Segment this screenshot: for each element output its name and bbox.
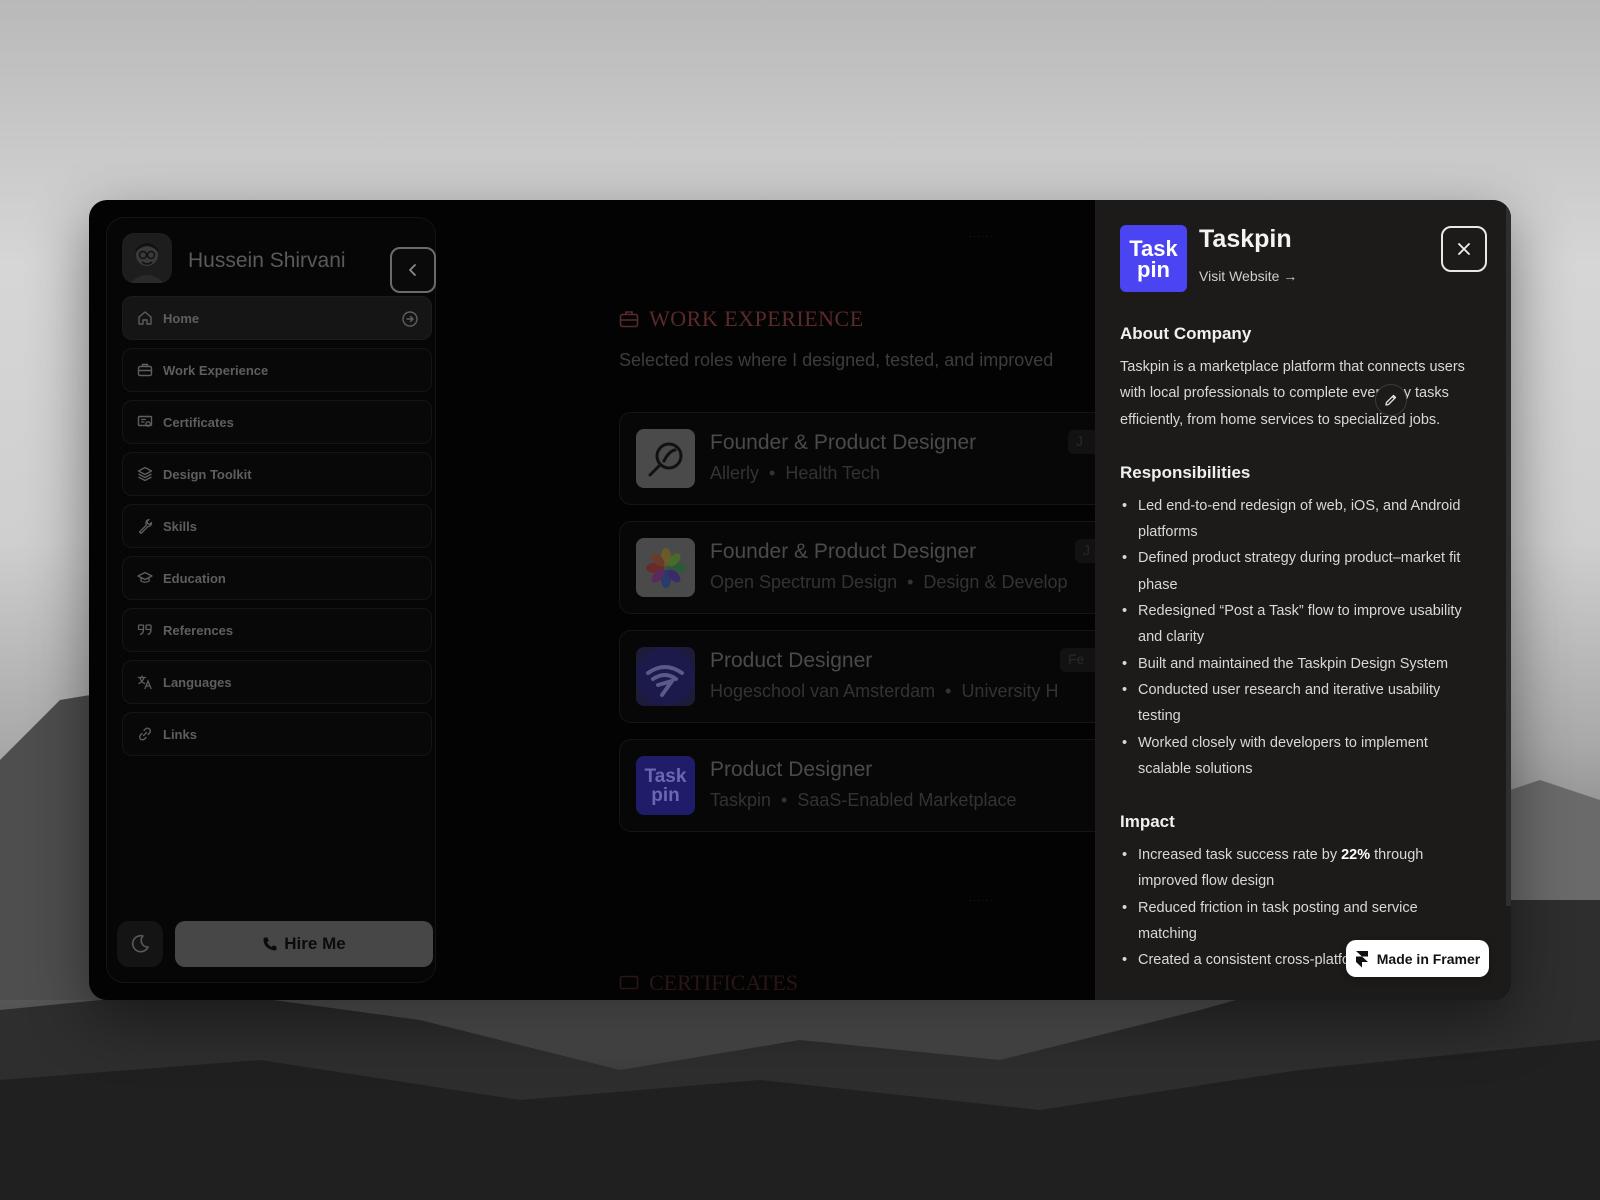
sidebar-item-label: Education <box>163 570 226 586</box>
list-item: Increased task success rate by 22% throu… <box>1120 842 1480 895</box>
impact-heading: Impact <box>1120 812 1175 832</box>
pencil-icon <box>1385 394 1397 406</box>
job-date-badge: Fe <box>1060 648 1100 672</box>
job-title: Founder & Product Designer <box>710 540 977 563</box>
divider: ...... <box>969 892 994 904</box>
panel-scrollbar[interactable] <box>1506 200 1511 906</box>
company-detail-panel: Task pin Taskpin Visit Website → About Co… <box>1095 200 1511 1000</box>
sidebar-item-links[interactable]: Links <box>122 712 432 756</box>
about-heading: About Company <box>1120 324 1252 343</box>
sidebar-item-certificates[interactable]: Certificates <box>122 400 432 444</box>
sidebar-item-label: Skills <box>163 518 197 534</box>
certificate-icon <box>137 414 153 430</box>
layers-icon <box>137 466 153 482</box>
sidebar-item-label: Links <box>163 726 197 742</box>
home-icon <box>137 310 153 326</box>
panel-body: About Company Taskpin is a marketplace p… <box>1120 324 1480 974</box>
briefcase-icon <box>137 362 153 378</box>
company-logo: Task pin <box>1120 225 1187 292</box>
list-item: Defined product strategy during product–… <box>1120 545 1480 598</box>
sidebar-item-languages[interactable]: Languages <box>122 660 432 704</box>
close-panel-button[interactable] <box>1441 226 1487 272</box>
list-item: Redesigned “Post a Task” flow to improve… <box>1120 598 1480 651</box>
job-meta: Open Spectrum Design • Design & Develop <box>710 572 1068 592</box>
sidebar-item-label: Certificates <box>163 414 234 430</box>
moon-icon <box>132 934 149 953</box>
job-title: Founder & Product Designer <box>710 431 977 454</box>
wrench-icon <box>137 518 153 534</box>
sidebar-nav: Home Work Experience Certificates Design… <box>122 296 432 764</box>
about-text: Taskpin is a marketplace platform that c… <box>1120 359 1465 428</box>
job-meta: Allerly • Health Tech <box>710 463 881 483</box>
translate-icon <box>137 674 153 690</box>
sidebar-item-design-toolkit[interactable]: Design Toolkit <box>122 452 432 496</box>
job-title: Product Designer <box>710 758 873 781</box>
taskpin-logo: Task pin <box>636 756 695 815</box>
allerly-logo <box>636 429 695 488</box>
sidebar-item-education[interactable]: Education <box>122 556 432 600</box>
job-meta: Taskpin • SaaS-Enabled Marketplace <box>710 790 1017 810</box>
profile-name: Hussein Shirvani <box>188 249 346 272</box>
divider: ...... <box>969 228 994 240</box>
collapse-sidebar-button[interactable] <box>390 247 436 293</box>
section-subtitle: Selected roles where I designed, tested,… <box>619 350 1054 370</box>
quote-icon <box>137 622 153 638</box>
job-meta: Hogeschool van Amsterdam • University H <box>710 681 1059 701</box>
visit-website-link[interactable]: Visit Website → <box>1199 268 1297 284</box>
list-item: Built and maintained the Taskpin Design … <box>1120 651 1480 678</box>
section-title-certificates: CERTIFICATES <box>619 970 798 996</box>
list-item: Led end-to-end redesign of web, iOS, and… <box>1120 493 1480 546</box>
sidebar-item-label: References <box>163 622 234 638</box>
badge-label: Made in Framer <box>1376 950 1481 967</box>
main-content: ...... WORK EXPERIENCE Selected roles wh… <box>439 200 1219 1000</box>
hire-me-label: Hire Me <box>284 934 346 953</box>
job-title: Product Designer <box>710 649 873 672</box>
hva-logo <box>636 647 695 706</box>
app-window: Hussein Shirvani Home Work Experience Ce… <box>89 200 1511 1000</box>
sidebar-item-label: Design Toolkit <box>163 466 252 482</box>
hire-me-button[interactable]: Hire Me <box>175 921 433 967</box>
section-title-work-experience: WORK EXPERIENCE <box>619 306 864 332</box>
link-icon <box>137 726 153 742</box>
briefcase-icon <box>619 311 639 328</box>
arrow-right-circle-icon <box>402 311 418 327</box>
theme-toggle-button[interactable] <box>117 921 163 967</box>
profile-header: Hussein Shirvani <box>122 233 436 295</box>
close-icon <box>1458 243 1470 255</box>
list-item: Conducted user research and iterative us… <box>1120 677 1480 730</box>
sidebar-item-label: Home <box>163 310 200 326</box>
company-name: Taskpin <box>1199 225 1292 253</box>
chevron-left-icon <box>409 264 416 276</box>
framer-logo-icon <box>1355 950 1368 967</box>
sidebar-item-label: Work Experience <box>163 362 269 378</box>
certificate-icon <box>619 975 639 990</box>
sidebar-item-skills[interactable]: Skills <box>122 504 432 548</box>
avatar <box>122 233 172 283</box>
sidebar-item-home[interactable]: Home <box>122 296 432 340</box>
edit-button[interactable] <box>1375 384 1407 416</box>
responsibilities-list: Led end-to-end redesign of web, iOS, and… <box>1120 493 1480 782</box>
responsibilities-heading: Responsibilities <box>1120 462 1251 482</box>
sidebar-item-references[interactable]: References <box>122 608 432 652</box>
graduation-cap-icon <box>137 570 153 586</box>
list-item: Worked closely with developers to implem… <box>1120 730 1480 783</box>
open-spectrum-logo <box>636 538 695 597</box>
section-title-text: CERTIFICATES <box>649 970 799 995</box>
sidebar-item-label: Languages <box>163 674 232 690</box>
sidebar: Hussein Shirvani Home Work Experience Ce… <box>106 217 436 983</box>
made-in-framer-badge[interactable]: Made in Framer <box>1346 940 1489 977</box>
sidebar-item-work-experience[interactable]: Work Experience <box>122 348 432 392</box>
phone-icon <box>263 937 277 951</box>
section-title-text: WORK EXPERIENCE <box>649 306 864 331</box>
